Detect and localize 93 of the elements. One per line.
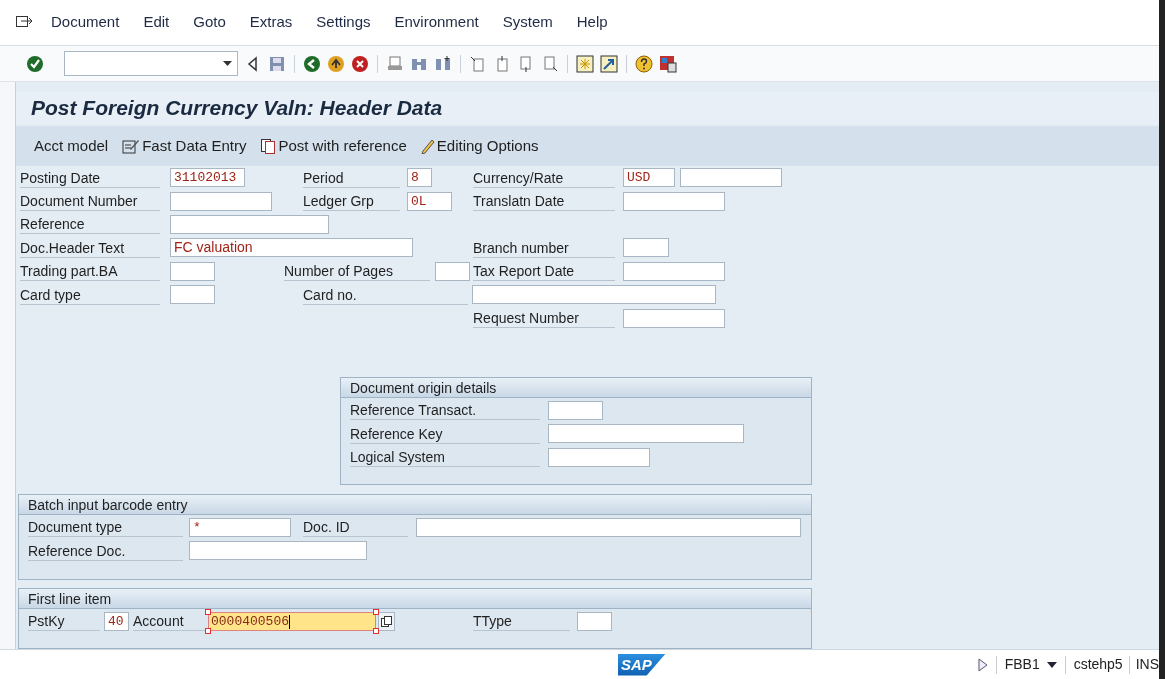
new-window-icon[interactable] bbox=[576, 54, 594, 73]
input-field[interactable]: USD bbox=[623, 168, 675, 188]
exit-icon[interactable] bbox=[327, 54, 345, 73]
input-field[interactable]: 0000400506 bbox=[208, 612, 376, 631]
screen-title: Post Foreign Currency Valn: Header Data bbox=[31, 95, 443, 122]
save-icon[interactable] bbox=[268, 54, 286, 73]
text-cursor bbox=[289, 614, 290, 629]
dropdown-caret-icon[interactable] bbox=[1046, 661, 1057, 668]
input-field[interactable] bbox=[623, 261, 725, 281]
field-label: Ledger Grp bbox=[303, 191, 400, 212]
command-field[interactable] bbox=[64, 51, 238, 76]
input-field[interactable] bbox=[170, 191, 272, 211]
copy-icon bbox=[381, 616, 392, 627]
input-field[interactable] bbox=[416, 518, 801, 537]
input-field[interactable] bbox=[548, 424, 744, 444]
field-label: Number of Pages bbox=[284, 261, 430, 282]
input-field[interactable] bbox=[623, 238, 669, 258]
shortcut-icon[interactable] bbox=[600, 54, 618, 73]
group-title: Document origin details bbox=[341, 377, 811, 398]
field-label: Translatn Date bbox=[473, 191, 615, 212]
field-label: PstKy bbox=[28, 611, 100, 632]
field-label: Document Number bbox=[20, 191, 160, 212]
menu-item[interactable]: Help bbox=[576, 11, 608, 34]
input-field[interactable] bbox=[577, 612, 612, 631]
toolbar-button[interactable]: Editing Options bbox=[420, 134, 539, 158]
menu-item[interactable]: Settings bbox=[316, 11, 371, 34]
input-mode: INS bbox=[1135, 655, 1159, 674]
resize-handle bbox=[373, 609, 379, 615]
input-field[interactable]: * bbox=[189, 518, 291, 537]
cancel-icon[interactable] bbox=[351, 54, 369, 73]
input-field[interactable] bbox=[472, 285, 716, 305]
field-label: Currency/Rate bbox=[473, 167, 615, 188]
field-label: Doc. ID bbox=[303, 517, 408, 538]
toolbar-button[interactable]: Post with reference bbox=[260, 134, 407, 158]
pencil-icon bbox=[420, 138, 435, 154]
input-field[interactable] bbox=[170, 285, 215, 305]
menu-item[interactable]: System bbox=[502, 11, 553, 34]
input-field[interactable] bbox=[680, 168, 782, 188]
field-label: Period bbox=[303, 167, 400, 188]
resize-handle bbox=[205, 609, 211, 615]
group-title: Batch input barcode entry bbox=[19, 494, 811, 515]
input-field[interactable]: FC valuation bbox=[170, 238, 413, 258]
field-label: Reference Key bbox=[350, 424, 540, 444]
check-icon[interactable] bbox=[26, 54, 44, 73]
field-label: Trading part.BA bbox=[20, 261, 160, 282]
group-title: First line item bbox=[19, 588, 811, 609]
menu-icon[interactable] bbox=[16, 15, 33, 30]
back-icon[interactable] bbox=[303, 54, 321, 73]
input-field[interactable] bbox=[548, 401, 603, 420]
toolbar-button[interactable]: Acct model bbox=[34, 134, 109, 158]
resize-handle bbox=[205, 628, 211, 634]
input-field[interactable] bbox=[548, 448, 650, 467]
input-field[interactable] bbox=[170, 261, 215, 281]
dropdown-caret-icon bbox=[223, 61, 232, 66]
triangle-right-icon[interactable] bbox=[977, 657, 988, 672]
field-label: Branch number bbox=[473, 237, 615, 258]
resize-handle bbox=[373, 628, 379, 634]
field-label: Document type bbox=[28, 517, 183, 538]
input-field[interactable] bbox=[170, 214, 329, 234]
field-label: Card no. bbox=[303, 284, 468, 305]
server-name: cstehp5 bbox=[1073, 655, 1123, 674]
layout-icon[interactable] bbox=[659, 54, 677, 73]
transaction-code: FBB1 bbox=[1004, 655, 1040, 674]
form-pencil-icon bbox=[122, 138, 141, 154]
input-field[interactable]: 40 bbox=[104, 612, 129, 631]
field-label: Logical System bbox=[350, 447, 540, 468]
menu-item[interactable]: Goto bbox=[193, 11, 226, 34]
copy-icon bbox=[260, 138, 277, 154]
field-label: TType bbox=[473, 611, 570, 632]
field-label: Reference bbox=[20, 214, 160, 235]
input-field[interactable] bbox=[623, 191, 725, 211]
input-field[interactable]: 31102013 bbox=[170, 168, 245, 188]
field-label: Reference Transact. bbox=[350, 400, 540, 421]
field-label: Card type bbox=[20, 284, 160, 305]
field-label: Reference Doc. bbox=[28, 541, 183, 561]
menu-item[interactable]: Edit bbox=[143, 11, 170, 34]
menu-item[interactable]: Environment bbox=[394, 11, 479, 34]
value-help-button[interactable] bbox=[378, 612, 395, 631]
field-label: Request Number bbox=[473, 308, 615, 329]
help-icon[interactable] bbox=[635, 54, 653, 73]
field-label: Posting Date bbox=[20, 167, 160, 188]
input-field[interactable]: 0L bbox=[407, 191, 452, 211]
field-label: Doc.Header Text bbox=[20, 237, 160, 258]
input-field[interactable] bbox=[189, 541, 367, 561]
input-field[interactable] bbox=[623, 308, 725, 328]
input-field[interactable]: 8 bbox=[407, 168, 432, 188]
sap-logo: SAP bbox=[618, 653, 666, 676]
print-icon[interactable] bbox=[386, 54, 404, 73]
field-label: Tax Report Date bbox=[473, 261, 615, 282]
menu-item[interactable]: Extras bbox=[249, 11, 293, 34]
menu-item[interactable]: Document bbox=[51, 11, 120, 34]
toolbar-button[interactable]: Fast Data Entry bbox=[122, 134, 247, 158]
input-field[interactable] bbox=[435, 261, 470, 281]
